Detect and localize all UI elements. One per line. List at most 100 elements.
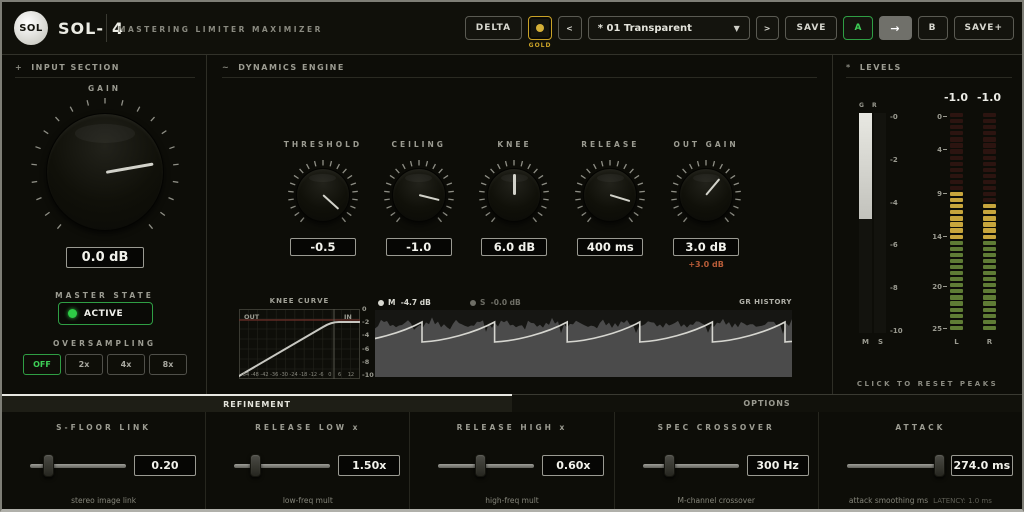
slot-b-button[interactable]: B xyxy=(918,16,948,40)
slider-subtitle: M-channel crossover xyxy=(615,496,818,505)
preset-dropdown[interactable]: * 01 Transparent ▼ xyxy=(588,16,750,40)
led-segment xyxy=(983,119,996,123)
slider-handle-release-high-x[interactable] xyxy=(475,454,486,477)
slider-value-release-high-x[interactable]: 0.60x xyxy=(542,455,604,476)
bottom-tab-bar: REFINEMENTOPTIONS xyxy=(2,394,1022,412)
led-segment xyxy=(983,210,996,214)
slider-value-attack[interactable]: 274.0 ms xyxy=(951,455,1013,476)
knob-face xyxy=(487,168,541,222)
led-segment xyxy=(950,301,963,305)
led-segment xyxy=(950,186,963,190)
knob-pointer xyxy=(488,169,540,221)
led-segment xyxy=(983,143,996,147)
gold-mode-button[interactable] xyxy=(528,16,552,40)
save-button[interactable]: SAVE xyxy=(785,16,837,40)
led-segment xyxy=(983,186,996,190)
output-meter-right[interactable] xyxy=(983,113,996,333)
knob-group-out-gain: OUT GAIN3.0 dB+3.0 dB xyxy=(658,140,754,268)
input-section-header[interactable]: +INPUT SECTION xyxy=(15,63,120,72)
preset-name: * 01 Transparent xyxy=(598,23,692,34)
knob-threshold[interactable] xyxy=(287,159,359,231)
led-segment xyxy=(983,271,996,275)
knob-ceiling[interactable] xyxy=(383,159,455,231)
active-led-icon xyxy=(68,309,77,318)
led-segment xyxy=(983,326,996,330)
slider-handle-spec-crossover[interactable] xyxy=(664,454,675,477)
side-gr-readout[interactable]: S -0.0 dB xyxy=(470,298,521,307)
slider-track-spec-crossover[interactable] xyxy=(643,464,739,468)
gain-value[interactable]: 0.0 dB xyxy=(66,247,144,268)
slot-a-button[interactable]: A xyxy=(843,16,873,40)
svg-text:OUT: OUT xyxy=(244,313,260,321)
reset-peaks-hint[interactable]: CLICK TO RESET PEAKS xyxy=(833,380,1022,388)
led-segment xyxy=(950,320,963,324)
knob-value[interactable]: 6.0 dB xyxy=(481,238,547,256)
mid-gr-readout[interactable]: M -4.7 dB xyxy=(378,298,431,307)
mid-gr-meter xyxy=(859,113,872,333)
oversampling-4x-button[interactable]: 4x xyxy=(107,354,145,375)
tab-options[interactable]: OPTIONS xyxy=(512,394,1022,412)
tab-refinement[interactable]: REFINEMENT xyxy=(2,394,512,412)
output-meter-tick: 0 xyxy=(937,113,947,121)
led-segment xyxy=(950,162,963,166)
oversampling-8x-button[interactable]: 8x xyxy=(149,354,187,375)
led-segment xyxy=(983,241,996,245)
knee-curve-plot: OUTIN-54-48-42-36-30-24-18-12-60612 xyxy=(239,309,360,379)
led-segment xyxy=(950,216,963,220)
output-meter-left[interactable] xyxy=(950,113,963,333)
knob-value[interactable]: 3.0 dB xyxy=(673,238,739,256)
knob-face xyxy=(679,168,733,222)
gr-history-plot xyxy=(375,310,792,377)
led-segment xyxy=(950,180,963,184)
save-plus-button[interactable]: SAVE+ xyxy=(954,16,1015,40)
slider-track-attack[interactable] xyxy=(847,464,943,468)
led-segment xyxy=(950,168,963,172)
led-segment xyxy=(950,137,963,141)
led-segment xyxy=(983,277,996,281)
slider-value-s-floor-link[interactable]: 0.20 xyxy=(134,455,196,476)
gain-knob[interactable] xyxy=(30,97,180,247)
knob-label: RELEASE xyxy=(581,140,639,149)
knob-pointer-line xyxy=(418,194,439,202)
dynamics-engine-header[interactable]: ~DYNAMICS ENGINE xyxy=(222,63,345,72)
led-segment xyxy=(950,222,963,226)
slider-handle-release-low-x[interactable] xyxy=(250,454,261,477)
levels-header[interactable]: *LEVELS xyxy=(846,63,902,72)
latency-readout: LATENCY: 1.0 ms xyxy=(933,497,992,505)
svg-text:6: 6 xyxy=(338,372,341,378)
oversampling-2x-button[interactable]: 2x xyxy=(65,354,103,375)
knob-value[interactable]: 400 ms xyxy=(577,238,643,256)
gr-meter-tick: -6 xyxy=(890,241,898,249)
knob-release[interactable] xyxy=(574,159,646,231)
slider-group-spec-crossover: SPEC CROSSOVER300 HzM-channel crossover xyxy=(614,412,818,512)
knob-annotation: +3.0 dB xyxy=(688,260,723,268)
slider-subtitle: stereo image link xyxy=(2,496,205,505)
copy-a-to-b-button[interactable]: → xyxy=(879,16,911,40)
master-state-toggle[interactable]: ACTIVE xyxy=(58,302,153,325)
svg-text:-6: -6 xyxy=(319,372,324,378)
oversampling-off-button[interactable]: OFF xyxy=(23,354,61,375)
peak-readout-right[interactable]: -1.0 xyxy=(969,91,1009,104)
knob-knee[interactable] xyxy=(478,159,550,231)
slider-value-release-low-x[interactable]: 1.50x xyxy=(338,455,400,476)
knob-pointer xyxy=(38,105,172,239)
sol-logo: SOL xyxy=(14,11,48,45)
svg-text:-30: -30 xyxy=(280,372,288,378)
preset-next-button[interactable]: > xyxy=(756,16,780,40)
slider-track-release-low-x[interactable] xyxy=(234,464,330,468)
slider-handle-attack[interactable] xyxy=(934,454,945,477)
knob-value[interactable]: -0.5 xyxy=(290,238,356,256)
led-segment xyxy=(950,210,963,214)
knob-value[interactable]: -1.0 xyxy=(386,238,452,256)
slider-value-spec-crossover[interactable]: 300 Hz xyxy=(747,455,809,476)
led-segment xyxy=(983,156,996,160)
slider-label: RELEASE LOW x xyxy=(206,423,409,432)
knob-out-gain[interactable] xyxy=(670,159,742,231)
dynamics-engine-panel: ~DYNAMICS ENGINE THRESHOLD-0.5CEILING-1.… xyxy=(207,55,832,394)
slider-subtitle: high-freq mult xyxy=(410,496,613,505)
delta-button[interactable]: DELTA xyxy=(465,16,522,40)
gr-axis-tick: -8 xyxy=(362,358,369,366)
slider-track-release-high-x[interactable] xyxy=(438,464,534,468)
preset-prev-button[interactable]: < xyxy=(558,16,582,40)
slider-handle-s-floor-link[interactable] xyxy=(43,454,54,477)
